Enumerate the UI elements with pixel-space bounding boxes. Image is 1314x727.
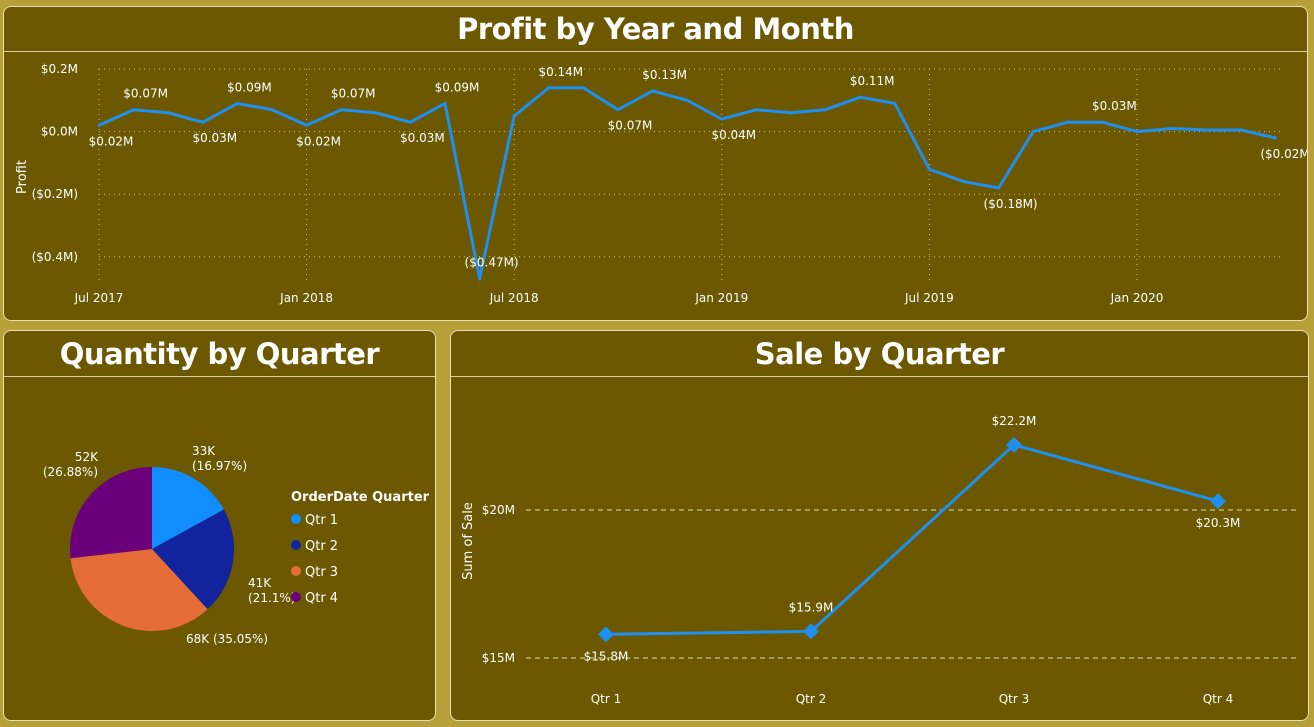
profit-data-label: $0.03M <box>400 131 445 145</box>
profit-data-point <box>443 101 447 105</box>
profit-data-label: $0.09M <box>227 80 272 94</box>
sale-data-label: $22.2M <box>992 414 1037 428</box>
profit-data-point <box>1239 128 1243 132</box>
profit-data-point <box>166 111 170 115</box>
profit-line-chart: $0.2M $0.0M ($0.2M) ($0.4M) Jul 2017 Jan 2018… <box>15 62 1308 305</box>
profit-data-label: $0.03M <box>192 131 237 145</box>
profit-panel: Profit by Year and Month $0.2M $0.0M ($0.2… <box>3 6 1308 321</box>
sale-data-label: $15.9M <box>789 600 834 614</box>
profit-data-label: ($0.47M) <box>465 256 519 270</box>
sale-x-tick-label: Qtr 4 <box>1203 692 1234 706</box>
profit-data-point <box>1066 120 1070 124</box>
profit-data-point <box>339 108 343 112</box>
sale-data-marker <box>598 626 614 643</box>
profit-data-label: ($0.02M) <box>1260 147 1308 161</box>
profit-data-point <box>374 111 378 115</box>
profit-data-point <box>789 111 793 115</box>
sale-x-tick-label: Qtr 1 <box>591 692 622 706</box>
profit-data-point <box>616 108 620 112</box>
profit-x-tick-label: Jan 2019 <box>694 291 748 305</box>
profit-data-point <box>97 123 101 127</box>
profit-y-axis-title: Profit <box>15 160 30 194</box>
profit-data-point <box>1273 136 1277 140</box>
pie-data-label: 52K (26.88%) <box>43 450 99 479</box>
profit-data-label: $0.04M <box>711 128 756 142</box>
profit-data-point <box>824 108 828 112</box>
profit-data-label: $0.11M <box>850 74 895 88</box>
profit-data-point <box>720 117 724 121</box>
profit-data-label: $0.13M <box>642 68 687 82</box>
profit-x-tick-label: Jan 2018 <box>279 291 333 305</box>
profit-data-label: $0.07M <box>608 119 653 133</box>
sale-data-label: $15.8M <box>584 649 629 663</box>
profit-y-tick-label: ($0.4M) <box>32 250 78 264</box>
profit-data-point <box>685 98 689 102</box>
pie-data-label: 33K (16.97%) <box>192 444 247 473</box>
profit-data-point <box>201 120 205 124</box>
quantity-pie-chart: 33K (16.97%) 41K (21.1%) 68K (35.05%) 52K (26.… <box>43 444 430 646</box>
pie-legend-marker <box>291 514 301 524</box>
pie-legend-title: OrderDate Quarter <box>291 490 430 505</box>
profit-series-line <box>98 86 1276 281</box>
profit-y-tick-label: $0.0M <box>41 125 78 139</box>
sale-data-marker <box>1210 493 1226 510</box>
pie-data-label: 68K (35.05%) <box>186 632 268 646</box>
pie-legend-label: Qtr 2 <box>305 539 338 554</box>
profit-x-tick-label: Jul 2018 <box>489 291 539 305</box>
profit-data-point <box>1204 128 1208 132</box>
profit-x-tick-label: Jul 2017 <box>74 291 124 305</box>
profit-y-tick-label: ($0.2M) <box>32 187 78 201</box>
profit-data-point <box>581 86 585 90</box>
sale-y-tick-label: $20M <box>482 503 515 517</box>
quantity-panel: Quantity by Quarter 33K (16.97%) 41K (21.1%… <box>3 330 436 721</box>
pie-legend-marker <box>291 566 301 576</box>
pie-legend-marker <box>291 592 301 602</box>
profit-data-point <box>235 101 239 105</box>
profit-data-label: $0.07M <box>331 87 376 101</box>
profit-data-label: $0.14M <box>538 65 583 79</box>
sale-panel: Sale by Quarter $15M $20M Sum of Sale Qtr 1… <box>450 330 1309 721</box>
pie-legend-label: Qtr 1 <box>305 513 338 528</box>
sale-x-tick-label: Qtr 2 <box>796 692 827 706</box>
sale-data-label: $20.3M <box>1196 516 1241 530</box>
profit-data-label: $0.02M <box>89 134 134 148</box>
profit-data-point <box>962 180 966 184</box>
profit-data-point <box>132 108 136 112</box>
profit-y-tick-label: $0.2M <box>41 62 78 76</box>
pie-legend-label: Qtr 4 <box>305 591 338 606</box>
pie-legend-label: Qtr 3 <box>305 565 338 580</box>
profit-data-point <box>305 123 309 127</box>
profit-data-label: $0.02M <box>296 134 341 148</box>
sale-y-axis-title: Sum of Sale <box>461 502 476 580</box>
profit-data-point <box>270 108 274 112</box>
profit-data-point <box>408 120 412 124</box>
profit-x-tick-label: Jan 2020 <box>1110 291 1164 305</box>
profit-data-point <box>651 89 655 93</box>
profit-data-label: $0.03M <box>1092 99 1137 113</box>
profit-data-point <box>1170 126 1174 130</box>
sale-x-tick-label: Qtr 3 <box>999 692 1030 706</box>
pie-legend-marker <box>291 540 301 550</box>
profit-data-point <box>1100 120 1104 124</box>
sale-series-line <box>605 443 1219 636</box>
profit-data-point <box>512 114 516 118</box>
profit-data-point <box>1031 130 1035 134</box>
sale-line-chart: $15M $20M Sum of Sale Qtr 1 Qtr 2 Qtr 3 Qtr 4 $… <box>461 414 1296 706</box>
profit-data-point <box>997 186 1001 190</box>
profit-data-point <box>478 277 482 281</box>
profit-data-point <box>754 108 758 112</box>
pie-slice-qtr-4 <box>70 467 152 559</box>
profit-data-label: ($0.18M) <box>984 197 1038 211</box>
sale-y-tick-label: $15M <box>482 651 515 665</box>
profit-data-point <box>547 86 551 90</box>
profit-data-point <box>1135 130 1139 134</box>
profit-data-point <box>927 167 931 171</box>
profit-data-point <box>858 95 862 99</box>
profit-data-point <box>893 101 897 105</box>
profit-x-tick-label: Jul 2019 <box>904 291 954 305</box>
pie-data-label: 41K (21.1%) <box>248 576 295 605</box>
profit-data-label: $0.09M <box>435 80 480 94</box>
profit-data-label: $0.07M <box>123 87 168 101</box>
